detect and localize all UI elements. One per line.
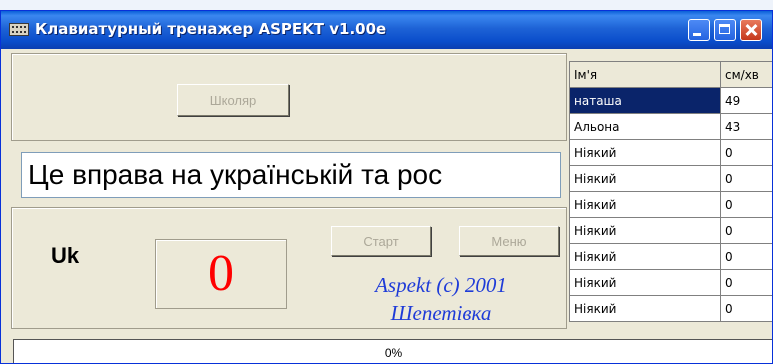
row-speed-cell[interactable]: 0 bbox=[720, 217, 772, 244]
user-panel: Школяр bbox=[11, 53, 567, 141]
language-indicator: Uk bbox=[51, 243, 80, 268]
row-name-cell[interactable]: Ніякий bbox=[569, 165, 721, 192]
table-row[interactable]: Альона 43 bbox=[569, 113, 772, 140]
table-row[interactable]: Ніякий 0 bbox=[569, 243, 772, 270]
row-name-cell[interactable]: Ніякий bbox=[569, 243, 721, 270]
column-header-speed[interactable]: см/хв bbox=[720, 61, 772, 88]
row-name-cell[interactable]: Ніякий bbox=[569, 191, 721, 218]
table-row[interactable]: Ніякий 0 bbox=[569, 269, 772, 296]
close-button[interactable] bbox=[740, 19, 762, 41]
row-speed-cell[interactable]: 0 bbox=[720, 295, 772, 322]
row-name-cell[interactable]: Ніякий bbox=[569, 269, 721, 296]
scores-table[interactable]: Ім'я см/хв наташа 49 Альона 43 Ніякий 0 Ніякий… bbox=[569, 61, 772, 322]
start-button[interactable]: Старт bbox=[331, 226, 431, 256]
table-row[interactable]: Ніякий 0 bbox=[569, 191, 772, 218]
row-name-cell[interactable]: Ніякий bbox=[569, 217, 721, 244]
menu-button[interactable]: Меню bbox=[459, 226, 559, 256]
scores-header: Ім'я см/хв bbox=[569, 61, 772, 88]
user-button[interactable]: Школяр bbox=[177, 84, 289, 116]
row-name-cell[interactable]: наташа bbox=[569, 87, 721, 114]
row-name-cell[interactable]: Ніякий bbox=[569, 139, 721, 166]
row-speed-cell[interactable]: 0 bbox=[720, 243, 772, 270]
row-name-cell[interactable]: Ніякий bbox=[569, 295, 721, 322]
title-bar[interactable]: Клавиатурный тренажер ASPEKT v1.00e bbox=[1, 11, 772, 49]
table-row[interactable]: Ніякий 0 bbox=[569, 295, 772, 322]
table-row[interactable]: Ніякий 0 bbox=[569, 165, 772, 192]
counter-box: 0 bbox=[155, 239, 287, 309]
row-speed-cell[interactable]: 0 bbox=[720, 139, 772, 166]
credits-line-2: Шепетівка bbox=[390, 301, 492, 325]
maximize-button[interactable] bbox=[714, 19, 736, 41]
error-counter: 0 bbox=[208, 245, 234, 302]
minimize-button[interactable] bbox=[688, 19, 710, 41]
keyboard-icon[interactable] bbox=[9, 23, 29, 36]
row-speed-cell[interactable]: 0 bbox=[720, 191, 772, 218]
row-speed-cell[interactable]: 43 bbox=[720, 113, 772, 140]
app-window: Клавиатурный тренажер ASPEKT v1.00e Школ… bbox=[0, 10, 773, 364]
row-speed-cell[interactable]: 0 bbox=[720, 165, 772, 192]
row-speed-cell[interactable]: 49 bbox=[720, 87, 772, 114]
table-row[interactable]: наташа 49 bbox=[569, 87, 772, 114]
row-name-cell[interactable]: Альона bbox=[569, 113, 721, 140]
credits-line-1: Aspekt (c) 2001 bbox=[375, 273, 507, 297]
window-title: Клавиатурный тренажер ASPEKT v1.00e bbox=[35, 20, 387, 38]
column-header-name[interactable]: Ім'я bbox=[569, 61, 721, 88]
table-row[interactable]: Ніякий 0 bbox=[569, 217, 772, 244]
progress-bar: 0% bbox=[13, 339, 772, 363]
scores-body: наташа 49 Альона 43 Ніякий 0 Ніякий 0 Ніякий 0 Нія… bbox=[569, 87, 772, 322]
exercise-text: Це вправа на українській та рос bbox=[21, 152, 561, 198]
row-speed-cell[interactable]: 0 bbox=[720, 269, 772, 296]
table-row[interactable]: Ніякий 0 bbox=[569, 139, 772, 166]
progress-label: 0% bbox=[384, 346, 403, 360]
credits: Aspekt (c) 2001 Шепетівка bbox=[331, 271, 551, 327]
